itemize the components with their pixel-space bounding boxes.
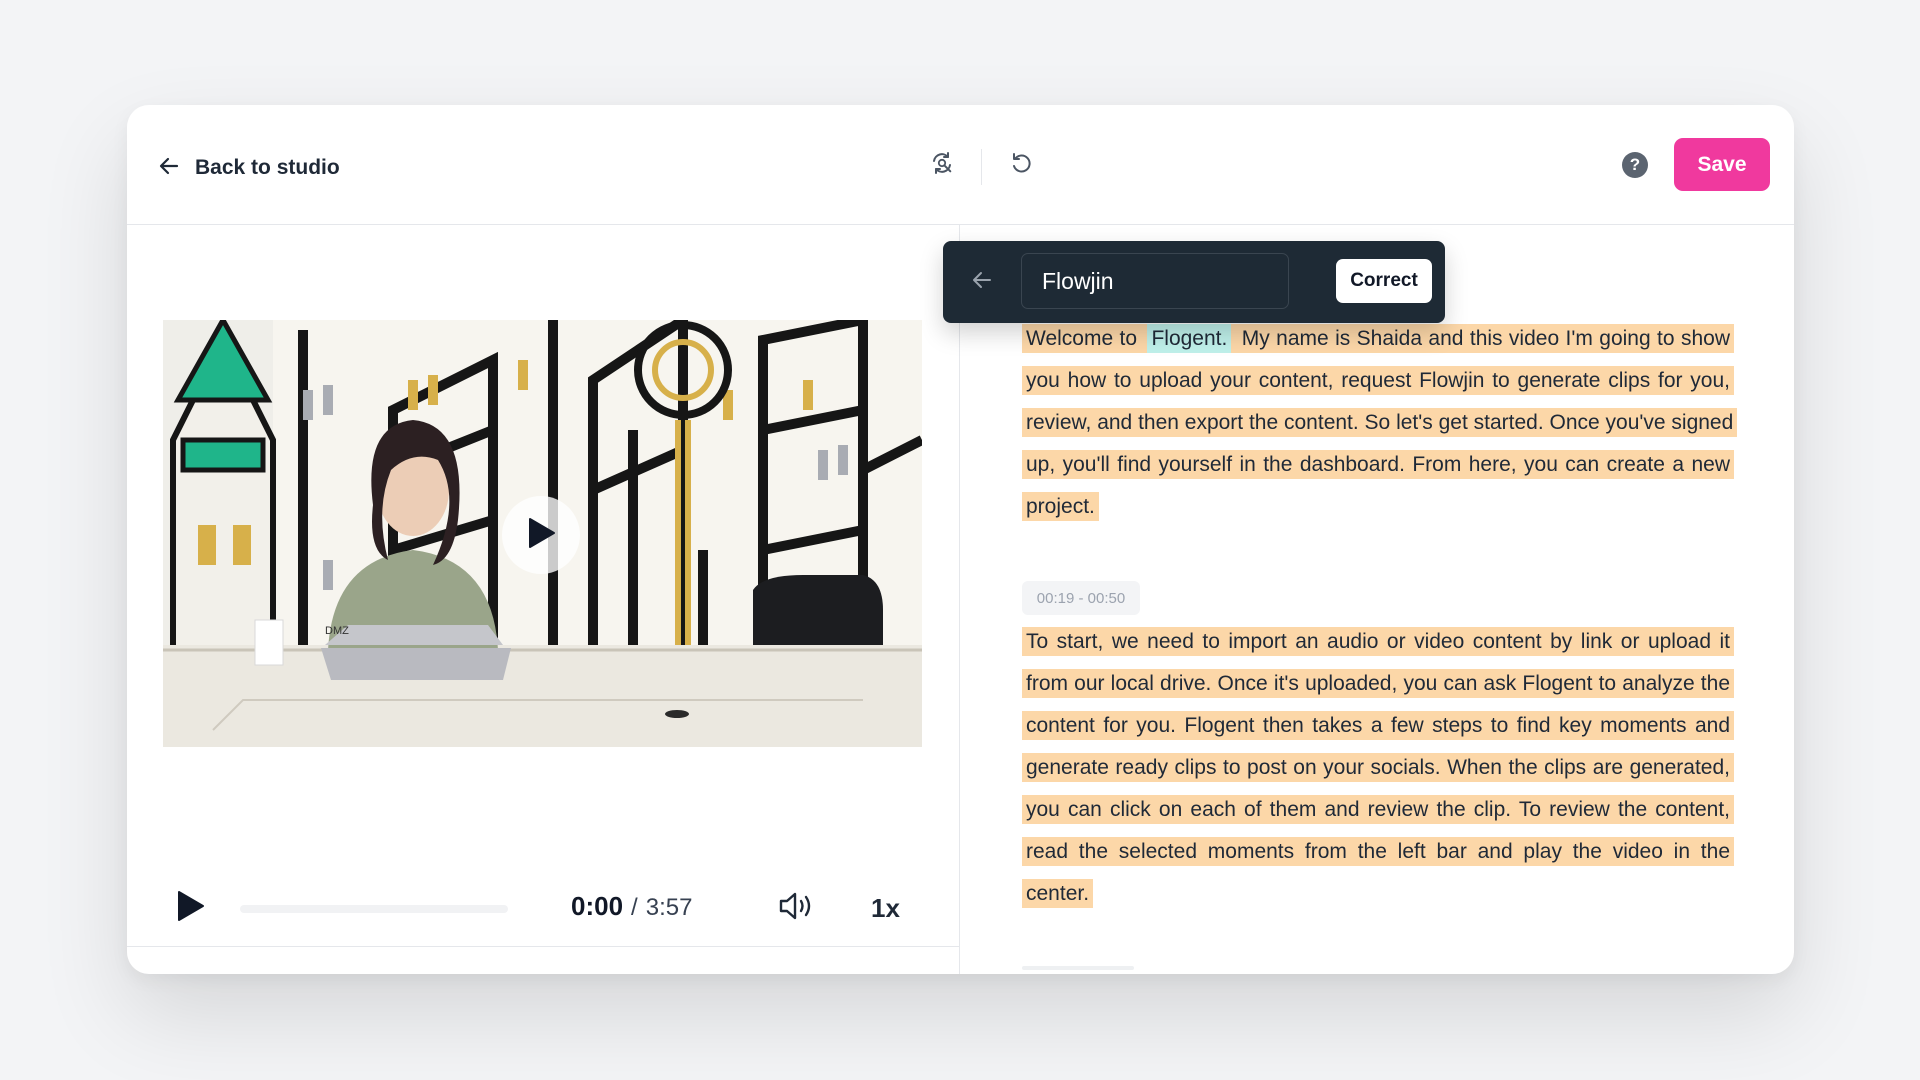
back-to-studio-label: Back to studio <box>195 156 340 179</box>
seek-bar[interactable] <box>240 905 508 913</box>
video-play-overlay[interactable] <box>502 496 580 574</box>
video-pane: DMZ <box>127 225 960 974</box>
save-button[interactable]: Save <box>1674 138 1770 191</box>
svg-text:DMZ: DMZ <box>325 625 349 637</box>
player-controls <box>127 946 959 974</box>
back-to-studio-link[interactable]: Back to studio <box>157 148 340 188</box>
transcript-segment-2: To start, we need to import an audio or … <box>1022 621 1734 915</box>
correction-popup: Correct <box>943 241 1445 323</box>
segment-1-text-after[interactable]: My name is Shaida and this video I'm goi… <box>1022 324 1738 521</box>
correct-button[interactable]: Correct <box>1336 259 1432 303</box>
help-icon[interactable]: ? <box>1622 152 1648 178</box>
header-divider <box>981 149 982 185</box>
current-time: 0:00 <box>571 891 624 921</box>
playback-time: 0:00 / 3:57 <box>571 891 692 927</box>
volume-button[interactable] <box>776 888 816 928</box>
segment-timestamp: 00:19 - 00:50 <box>1022 581 1140 615</box>
segment-2-text[interactable]: To start, we need to import an audio or … <box>1022 627 1734 908</box>
play-button[interactable] <box>170 888 210 928</box>
transcript-segment-1: Welcome to Flogent. My name is Shaida an… <box>1022 318 1738 528</box>
find-replace-icon <box>929 150 955 181</box>
time-separator: / <box>631 894 638 921</box>
undo-icon <box>1009 150 1035 181</box>
find-replace-button[interactable] <box>922 145 962 185</box>
volume-icon <box>778 890 814 927</box>
segment-1-text-before[interactable]: Welcome to <box>1022 324 1148 353</box>
duration: 3:57 <box>645 894 693 921</box>
header-bar: Back to studio ? Save <box>127 105 1794 225</box>
playback-speed[interactable]: 1x <box>871 893 900 924</box>
play-icon <box>526 517 556 554</box>
play-icon <box>175 890 205 927</box>
highlighted-word[interactable]: Flogent. <box>1147 324 1232 353</box>
arrow-left-icon <box>970 268 994 297</box>
undo-button[interactable] <box>1002 145 1042 185</box>
popup-back-button[interactable] <box>963 263 1001 301</box>
arrow-left-icon <box>157 154 181 183</box>
correction-input[interactable] <box>1021 253 1289 309</box>
next-segment-timestamp <box>1022 966 1134 970</box>
